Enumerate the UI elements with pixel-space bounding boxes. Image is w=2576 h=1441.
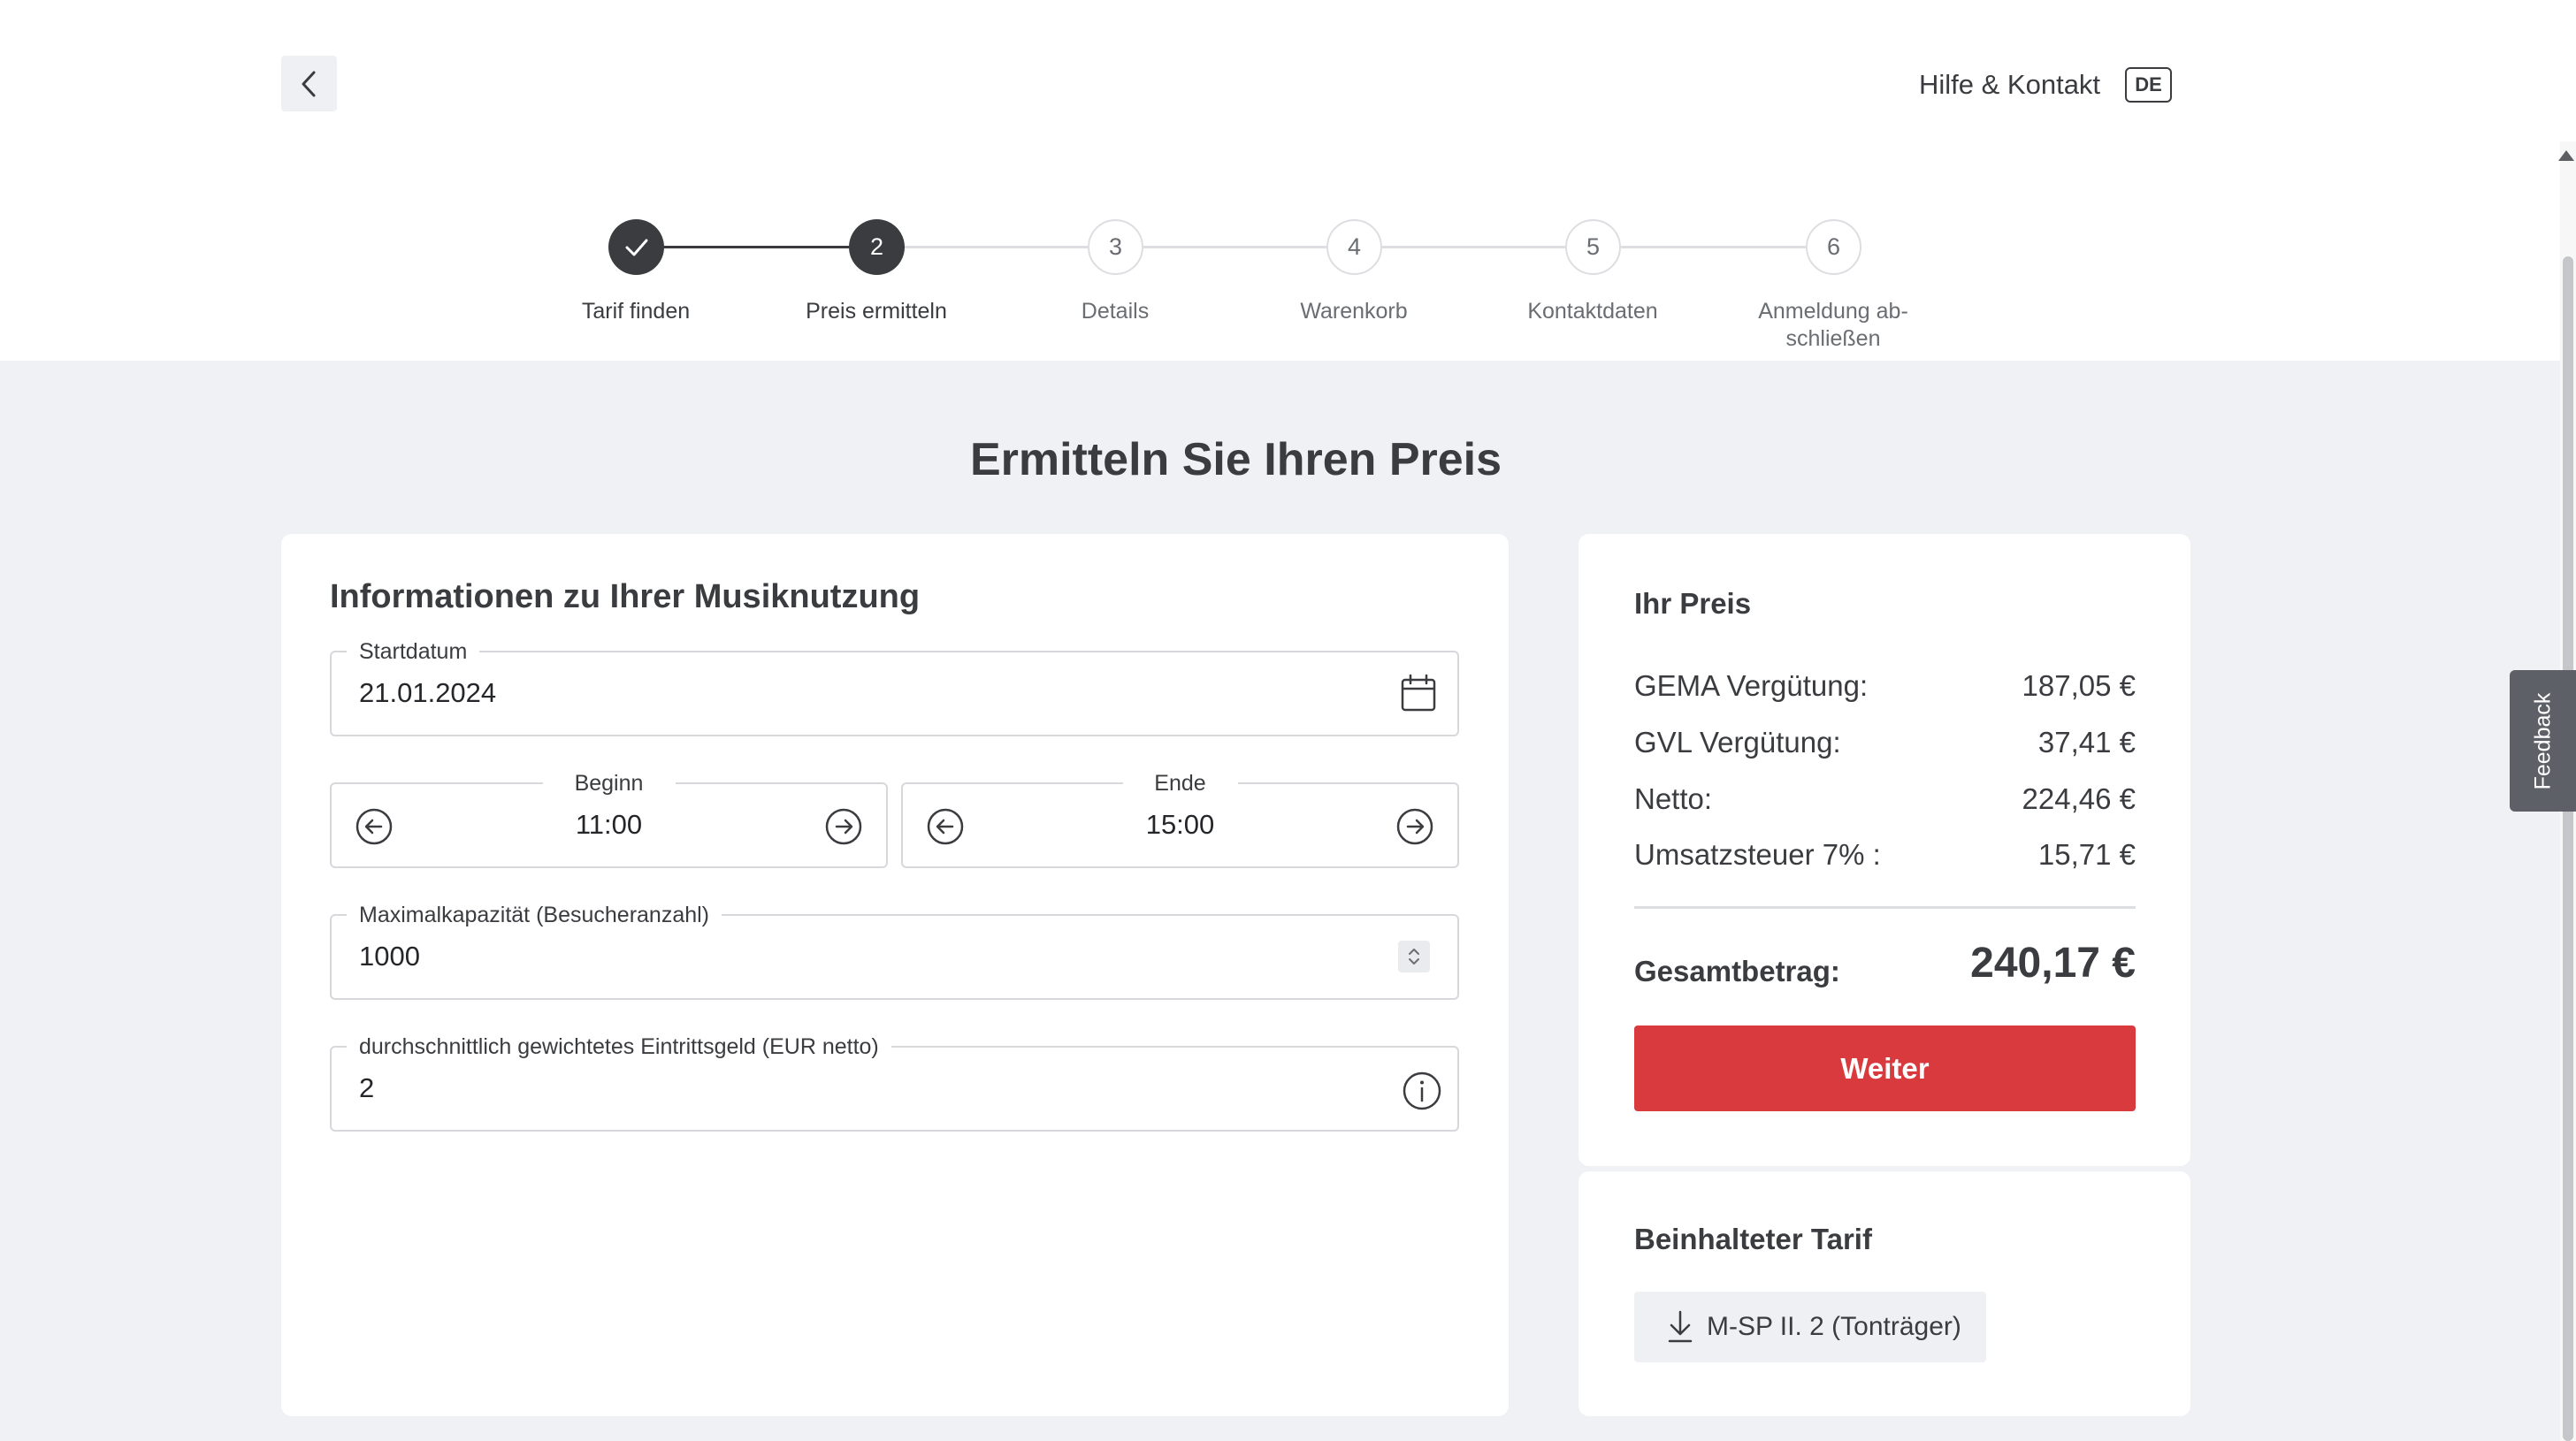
price-row-value: 187,05 €	[2022, 669, 2136, 702]
entry-fee-field[interactable]: durchschnittlich gewichtetes Eintrittsge…	[330, 1033, 1459, 1132]
step-6-label: Anmeldung ab- schließen	[1727, 298, 1939, 353]
step-6-label-line2: schließen	[1785, 326, 1881, 351]
begin-time-value: 11:00	[575, 809, 643, 840]
page-title: Ermitteln Sie Ihren Preis	[969, 434, 1502, 485]
price-row-gvl: GVL Vergütung: 37,41 €	[1634, 726, 2136, 759]
step-2-circle: 2	[849, 219, 905, 275]
end-time-value: 15:00	[1145, 809, 1215, 840]
start-date-label: Startdatum	[347, 637, 480, 666]
capacity-field[interactable]: Maximalkapazität (Besucheranzahl) 1000	[330, 901, 1459, 1000]
step-1-circle	[608, 219, 664, 275]
price-title: Ihr Preis	[1634, 587, 1752, 620]
tariff-title: Beinhalteter Tarif	[1634, 1223, 1872, 1255]
price-row-label: Netto:	[1634, 782, 1713, 815]
stepper-arrows-icon	[1409, 949, 1419, 964]
price-row-value: 37,41 €	[2037, 726, 2136, 759]
price-row-label: GEMA Vergütung:	[1634, 669, 1869, 702]
start-date-field[interactable]: Startdatum 21.01.2024	[330, 637, 1459, 736]
arrow-right-circle-icon[interactable]	[1395, 807, 1434, 846]
tariff-download-button[interactable]: M-SP II. 2 (Tonträger)	[1634, 1292, 1986, 1362]
language-switcher[interactable]: DE	[2125, 67, 2172, 103]
step-6-circle: 6	[1806, 219, 1861, 275]
step-3-circle: 3	[1088, 219, 1143, 275]
step-6-label-line1: Anmeldung ab-	[1758, 299, 1908, 324]
entry-fee-label: durchschnittlich gewichtetes Eintrittsge…	[347, 1033, 891, 1061]
total-value: 240,17 €	[1970, 940, 2136, 987]
end-time-field[interactable]: Ende 15:00	[901, 769, 1459, 868]
price-row-label: GVL Vergütung:	[1634, 726, 1841, 759]
step-1-label: Tarif finden	[581, 299, 691, 324]
included-tariff-card: Beinhalteter Tarif M-SP II. 2 (Tonträger…	[1578, 1171, 2190, 1416]
price-summary-card: Ihr Preis GEMA Vergütung: 187,05 € GVL V…	[1578, 534, 2190, 1166]
begin-time-label: Beginn	[542, 769, 676, 797]
step-3-label: Details	[1081, 299, 1150, 324]
download-icon	[1668, 1310, 1693, 1343]
back-button[interactable]	[281, 56, 337, 111]
price-row-gema: GEMA Vergütung: 187,05 €	[1634, 669, 2136, 703]
music-usage-form-card: Informationen zu Ihrer Musiknutzung Star…	[281, 534, 1509, 1416]
step-4-circle: 4	[1326, 219, 1382, 275]
number-stepper[interactable]	[1398, 941, 1430, 972]
start-date-value: 21.01.2024	[359, 677, 497, 708]
capacity-value: 1000	[359, 941, 420, 972]
entry-fee-value: 2	[359, 1072, 375, 1103]
price-row-vat: Umsatzsteuer 7% : 15,71 €	[1634, 838, 2136, 872]
help-contact-link[interactable]: Hilfe & Kontakt	[1919, 69, 2100, 101]
page: Hilfe & Kontakt DE 2 3 4 5 6 Tarif finde…	[0, 0, 2576, 1441]
total-label: Gesamtbetrag:	[1634, 955, 1840, 987]
step-4-label: Warenkorb	[1300, 299, 1408, 324]
begin-time-field[interactable]: Beginn 11:00	[330, 769, 888, 868]
calendar-icon[interactable]	[1400, 674, 1437, 713]
chevron-left-icon	[302, 71, 315, 96]
step-2-label: Preis ermitteln	[806, 299, 947, 324]
stepper-line-done	[663, 246, 849, 248]
capacity-label: Maximalkapazität (Besucheranzahl)	[347, 901, 722, 929]
check-icon	[625, 239, 647, 255]
price-row-value: 15,71 €	[2037, 838, 2136, 871]
info-icon[interactable]	[1402, 1071, 1442, 1111]
tariff-chip-label: M-SP II. 2 (Tonträger)	[1707, 1312, 1961, 1341]
end-time-label: Ende	[1122, 769, 1238, 797]
step-5-circle: 5	[1565, 219, 1621, 275]
feedback-tab[interactable]: Feedback	[2510, 670, 2576, 812]
price-row-label: Umsatzsteuer 7% :	[1634, 838, 1881, 871]
scrollbar-thumb[interactable]	[2563, 256, 2573, 1441]
step-5-label: Kontaktdaten	[1527, 299, 1658, 324]
feedback-label: Feedback	[2530, 692, 2556, 789]
scroll-up-arrow-icon[interactable]	[2558, 150, 2574, 161]
price-row-netto: Netto: 224,46 €	[1634, 782, 2136, 816]
price-row-value: 224,46 €	[2022, 782, 2136, 815]
arrow-right-circle-icon[interactable]	[824, 807, 863, 846]
price-divider	[1634, 906, 2136, 909]
form-title: Informationen zu Ihrer Musiknutzung	[330, 578, 921, 615]
continue-button[interactable]: Weiter	[1634, 1025, 2136, 1111]
